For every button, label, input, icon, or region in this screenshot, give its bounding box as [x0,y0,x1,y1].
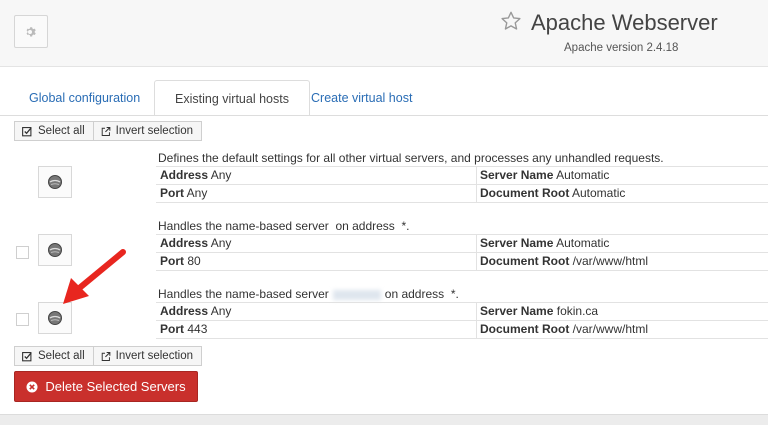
server-port: Port 80 [160,254,201,268]
annotation-arrow-icon [63,249,126,304]
row-divider [156,270,768,271]
server-description: Defines the default settings for all oth… [158,151,664,165]
server-address: Address Any [160,168,232,182]
invert-selection-label: Invert selection [115,350,193,362]
redacted-hostname [332,289,381,300]
row-divider [156,166,768,167]
select-all-button[interactable]: Select all [14,121,94,141]
select-all-label: Select all [38,125,85,137]
server-address: Address Any [160,304,232,318]
share-square-icon [101,126,111,136]
tab-create-virtual-host[interactable]: Create virtual host [311,80,412,116]
invert-selection-label: Invert selection [115,125,193,137]
row-divider [156,252,768,253]
tab-divider [0,115,768,116]
close-circle-icon [26,381,38,392]
star-icon[interactable] [500,10,522,32]
column-divider [476,234,477,270]
default-server-icon-button[interactable] [38,166,72,198]
server-address: Address Any [160,236,232,250]
module-config-button[interactable] [14,15,48,48]
select-all-label: Select all [38,350,85,362]
tab-existing-virtual-hosts[interactable]: Existing virtual hosts [154,80,310,116]
server-description: Handles the name-based server on address … [158,287,459,301]
row-divider [156,202,768,203]
server-document-root: Document Root /var/www/html [480,322,649,336]
tab-global-configuration[interactable]: Global configuration [29,80,140,116]
delete-selected-servers-label: Delete Selected Servers [45,379,186,394]
apache-feather-icon [48,175,62,189]
gear-icon [26,26,36,36]
server-name: Server Name fokin.ca [480,304,599,318]
server-port: Port Any [160,186,208,200]
select-all-button-bottom[interactable]: Select all [14,346,94,366]
row-divider [156,338,768,339]
invert-selection-button-bottom[interactable]: Invert selection [93,346,202,366]
delete-selected-servers-button[interactable]: Delete Selected Servers [14,371,198,402]
invert-selection-button[interactable]: Invert selection [93,121,202,141]
share-square-icon [101,351,111,361]
row-divider [156,234,768,235]
server-select-checkbox[interactable] [16,313,29,326]
checkbox-check-icon [22,351,32,361]
server-port: Port 443 [160,322,208,336]
page-subtitle: Apache version 2.4.18 [564,42,679,54]
page-title: Apache Webserver [531,10,718,35]
column-divider [476,302,477,338]
server-document-root: Document Root Automatic [480,186,626,200]
server-select-checkbox[interactable] [16,246,29,259]
server-description: Handles the name-based server on address… [158,219,410,233]
row-divider [156,302,768,303]
checkbox-check-icon [22,126,32,136]
page-footer [0,414,768,425]
server-document-root: Document Root /var/www/html [480,254,649,268]
server-name: Server Name Automatic [480,168,610,182]
server-name: Server Name Automatic [480,236,610,250]
row-divider [156,184,768,185]
row-divider [156,320,768,321]
column-divider [476,166,477,202]
